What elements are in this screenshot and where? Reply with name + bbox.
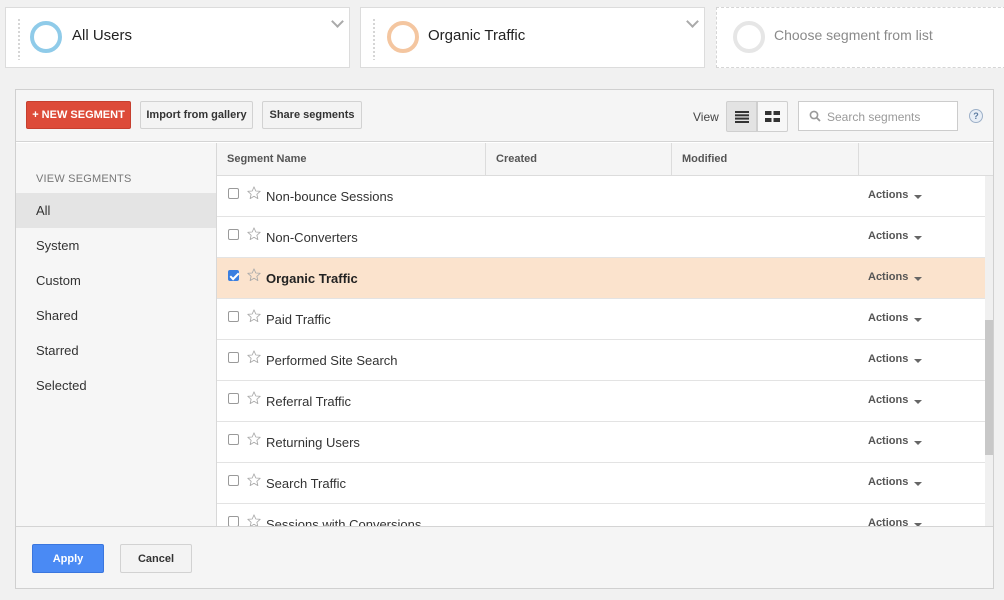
segment-name[interactable]: Non-bounce Sessions xyxy=(266,189,393,204)
actions-menu[interactable]: Actions xyxy=(868,517,908,526)
cancel-button[interactable]: Cancel xyxy=(120,544,192,573)
segment-card-name: Organic Traffic xyxy=(428,27,526,44)
table-row[interactable]: Returning Users Actions xyxy=(217,422,985,463)
segment-card-organic-traffic[interactable]: Organic Traffic xyxy=(360,7,705,68)
search-segments-field[interactable] xyxy=(798,101,958,131)
segment-card-name: All Users xyxy=(72,27,133,44)
table-row[interactable]: Search Traffic Actions xyxy=(217,463,985,504)
table-row[interactable]: Performed Site Search Actions xyxy=(217,340,985,381)
star-icon[interactable] xyxy=(246,431,262,447)
caret-down-icon[interactable] xyxy=(914,236,922,240)
actions-menu[interactable]: Actions xyxy=(868,189,908,201)
row-checkbox[interactable] xyxy=(228,270,239,281)
column-header-segment-name[interactable]: Segment Name xyxy=(217,143,486,176)
share-segments-button[interactable]: Share segments xyxy=(262,101,362,129)
row-checkbox[interactable] xyxy=(228,352,239,363)
segment-name[interactable]: Organic Traffic xyxy=(266,271,358,286)
scrollbar[interactable] xyxy=(985,176,993,526)
segment-list: Non-bounce Sessions Actions Non-Converters… xyxy=(217,176,985,526)
segment-name[interactable]: Returning Users xyxy=(266,435,360,450)
sidebar-item-custom[interactable]: Custom xyxy=(16,263,216,298)
segment-picker-panel: + NEW SEGMENT Import from gallery Share … xyxy=(15,89,994,589)
row-checkbox[interactable] xyxy=(228,516,239,526)
drag-handle-icon[interactable] xyxy=(17,18,21,60)
segment-name[interactable]: Performed Site Search xyxy=(266,353,398,368)
apply-button[interactable]: Apply xyxy=(32,544,104,573)
star-icon[interactable] xyxy=(246,390,262,406)
chevron-down-icon[interactable] xyxy=(331,15,344,28)
scrollbar-thumb[interactable] xyxy=(985,320,993,455)
segment-donut-icon xyxy=(387,21,419,53)
caret-down-icon[interactable] xyxy=(914,482,922,486)
caret-down-icon[interactable] xyxy=(914,195,922,199)
segment-name[interactable]: Non-Converters xyxy=(266,230,358,245)
choose-segment-placeholder: Choose segment from list xyxy=(774,27,933,43)
search-icon xyxy=(809,110,821,122)
actions-menu[interactable]: Actions xyxy=(868,353,908,365)
actions-menu[interactable]: Actions xyxy=(868,394,908,406)
segment-card-empty[interactable]: Choose segment from list xyxy=(716,7,1004,68)
star-icon[interactable] xyxy=(246,349,262,365)
segment-name[interactable]: Paid Traffic xyxy=(266,312,331,327)
segment-card-all-users[interactable]: All Users xyxy=(5,7,350,68)
segment-name[interactable]: Sessions with Conversions xyxy=(266,517,421,526)
segment-donut-icon xyxy=(733,21,765,53)
sidebar-item-selected[interactable]: Selected xyxy=(16,368,216,403)
column-header-created[interactable]: Created xyxy=(486,143,672,176)
star-icon[interactable] xyxy=(246,513,262,526)
search-segments-input[interactable] xyxy=(827,108,953,125)
sidebar-item-all[interactable]: All xyxy=(16,193,216,228)
caret-down-icon[interactable] xyxy=(914,318,922,322)
panel-footer: Apply Cancel xyxy=(16,526,993,588)
row-checkbox[interactable] xyxy=(228,311,239,322)
caret-down-icon[interactable] xyxy=(914,400,922,404)
sidebar-item-starred[interactable]: Starred xyxy=(16,333,216,368)
view-label: View xyxy=(693,110,719,124)
row-checkbox[interactable] xyxy=(228,475,239,486)
row-checkbox[interactable] xyxy=(228,229,239,240)
star-icon[interactable] xyxy=(246,472,262,488)
table-row[interactable]: Organic Traffic Actions xyxy=(217,258,985,299)
segment-name[interactable]: Search Traffic xyxy=(266,476,346,491)
grid-view-button[interactable] xyxy=(757,101,788,132)
caret-down-icon[interactable] xyxy=(914,359,922,363)
table-row[interactable]: Paid Traffic Actions xyxy=(217,299,985,340)
star-icon[interactable] xyxy=(246,226,262,242)
table-row[interactable]: Non-Converters Actions xyxy=(217,217,985,258)
segment-donut-icon xyxy=(30,21,62,53)
table-row[interactable]: Non-bounce Sessions Actions xyxy=(217,176,985,217)
actions-menu[interactable]: Actions xyxy=(868,312,908,324)
row-checkbox[interactable] xyxy=(228,188,239,199)
view-segments-sidebar: VIEW SEGMENTS All System Custom Shared S… xyxy=(16,143,217,526)
sidebar-item-shared[interactable]: Shared xyxy=(16,298,216,333)
import-from-gallery-button[interactable]: Import from gallery xyxy=(140,101,253,129)
table-row[interactable]: Sessions with Conversions Actions xyxy=(217,504,985,526)
sidebar-item-system[interactable]: System xyxy=(16,228,216,263)
grid-view-icon xyxy=(765,111,780,122)
segment-name[interactable]: Referral Traffic xyxy=(266,394,351,409)
table-header: Segment Name Created Modified xyxy=(217,143,993,176)
star-icon[interactable] xyxy=(246,267,262,283)
column-header-modified[interactable]: Modified xyxy=(672,143,859,176)
chevron-down-icon[interactable] xyxy=(686,15,699,28)
star-icon[interactable] xyxy=(246,185,262,201)
segment-toolbar: + NEW SEGMENT Import from gallery Share … xyxy=(16,90,993,142)
actions-menu[interactable]: Actions xyxy=(868,435,908,447)
row-checkbox[interactable] xyxy=(228,393,239,404)
actions-menu[interactable]: Actions xyxy=(868,230,908,242)
list-view-icon xyxy=(734,110,749,123)
star-icon[interactable] xyxy=(246,308,262,324)
drag-handle-icon[interactable] xyxy=(372,18,376,60)
row-checkbox[interactable] xyxy=(228,434,239,445)
new-segment-button[interactable]: + NEW SEGMENT xyxy=(26,101,131,129)
list-view-button[interactable] xyxy=(726,101,757,132)
actions-menu[interactable]: Actions xyxy=(868,271,908,283)
caret-down-icon[interactable] xyxy=(914,441,922,445)
help-icon[interactable]: ? xyxy=(969,109,983,123)
table-row[interactable]: Referral Traffic Actions xyxy=(217,381,985,422)
caret-down-icon[interactable] xyxy=(914,277,922,281)
sidebar-heading: VIEW SEGMENTS xyxy=(36,173,132,185)
actions-menu[interactable]: Actions xyxy=(868,476,908,488)
